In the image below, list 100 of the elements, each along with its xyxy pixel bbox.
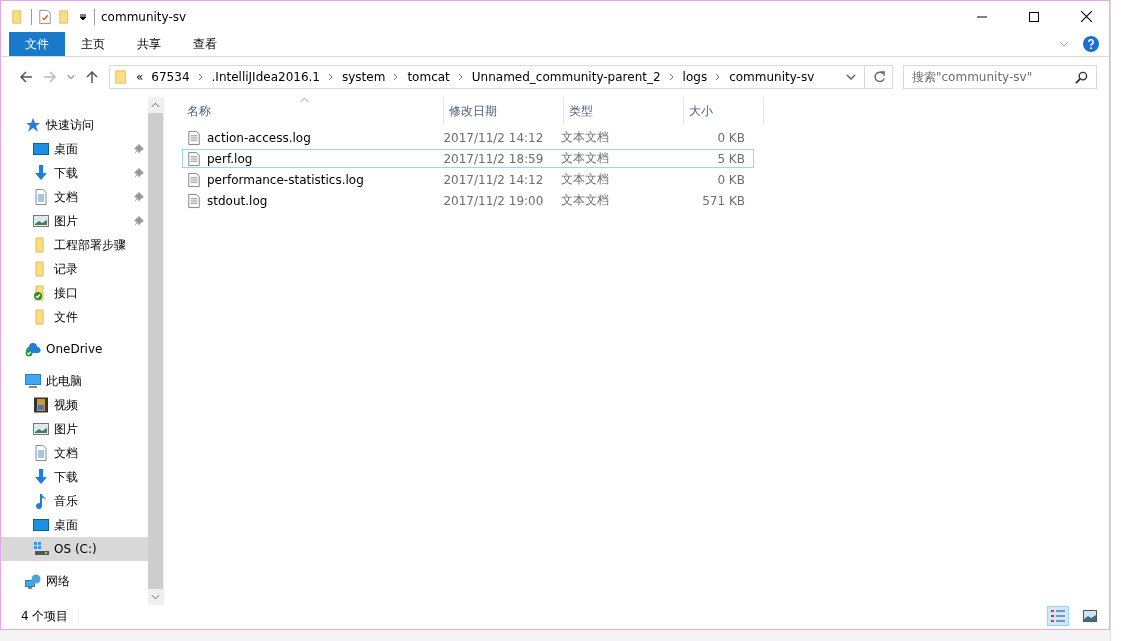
chevron-icon[interactable] — [668, 73, 675, 81]
document-icon — [33, 445, 49, 461]
sidebar-item[interactable]: OS (C:) — [1, 537, 148, 561]
sidebar-item[interactable]: 图片 — [1, 417, 148, 441]
modified-date: 2017/11/2 19:00 — [443, 193, 544, 208]
sidebar-item[interactable]: 记录 — [1, 257, 148, 281]
expand-ribbon-icon[interactable] — [1059, 39, 1069, 49]
monitor-icon — [25, 373, 41, 389]
sidebar-item[interactable]: 网络 — [1, 569, 148, 593]
breadcrumb[interactable]: system — [342, 70, 386, 84]
window-title: community-sv — [101, 9, 187, 24]
chevron-icon[interactable] — [393, 73, 400, 81]
star-icon — [25, 117, 41, 133]
down-arrow-icon — [33, 165, 49, 181]
address-bar[interactable]: « 67534 .IntelliJIdea2016.1 system tomcat Unnamed_community-parent_2 logs community-sv — [109, 65, 893, 89]
scroll-up-icon[interactable] — [151, 102, 160, 108]
details-view-button[interactable] — [1047, 606, 1069, 626]
dropdown-caret-icon[interactable] — [846, 72, 856, 82]
ribbon-tab[interactable]: 查看 — [177, 32, 233, 56]
column-header[interactable]: 类型 — [564, 97, 684, 125]
breadcrumb[interactable]: tomcat — [407, 70, 450, 84]
picture-icon — [33, 213, 49, 229]
up-arrow-icon[interactable] — [85, 70, 99, 84]
music-note-icon — [33, 493, 49, 509]
sidebar-item[interactable]: 桌面 — [1, 137, 148, 161]
file-row[interactable]: performance-statistics.log 2017/11/2 14:12 文本文档 0 KB — [182, 170, 754, 189]
text-file-icon — [187, 192, 201, 209]
sidebar-item[interactable]: OneDrive — [1, 337, 148, 361]
file-type: 文本文档 — [560, 171, 609, 188]
chevron-icon[interactable] — [197, 73, 204, 81]
file-type: 文本文档 — [560, 192, 609, 209]
dropdown-icon[interactable] — [78, 11, 88, 22]
sidebar-item[interactable]: 视频 — [1, 393, 148, 417]
ribbon-tab[interactable]: 文件 — [9, 32, 65, 56]
sidebar-item[interactable]: 文档 — [1, 441, 148, 465]
text-file-icon — [187, 129, 201, 146]
breadcrumb[interactable]: Unnamed_community-parent_2 — [471, 70, 661, 84]
film-icon — [33, 397, 49, 413]
chevron-icon[interactable] — [715, 73, 722, 81]
file-row[interactable]: stdout.log 2017/11/2 19:00 文本文档 571 KB — [182, 191, 754, 210]
pin-icon — [134, 168, 144, 178]
modified-date: 2017/11/2 18:59 — [443, 151, 544, 166]
file-size: 571 KB — [702, 193, 745, 208]
picture-icon — [33, 421, 49, 437]
sidebar-item[interactable]: 接口 — [1, 281, 148, 305]
file-size: 0 KB — [717, 130, 745, 145]
file-row[interactable]: perf.log 2017/11/2 18:59 文本文档 5 KB — [182, 149, 754, 168]
scrollbar[interactable] — [148, 97, 163, 605]
chevron-icon[interactable] — [457, 73, 464, 81]
search-field[interactable]: 搜索"community-sv" — [903, 65, 1097, 89]
sidebar-item[interactable]: 下载 — [1, 465, 148, 489]
down-arrow-icon — [33, 469, 49, 485]
sidebar-item[interactable]: 文件 — [1, 305, 148, 329]
sidebar-item[interactable]: 工程部署步骤 — [1, 233, 148, 257]
pin-icon — [134, 216, 144, 226]
column-header[interactable]: 大小 — [684, 97, 764, 125]
file-name: perf.log — [207, 151, 253, 166]
refresh-icon[interactable] — [873, 70, 886, 84]
sidebar-item[interactable]: 文档 — [1, 185, 148, 209]
network-icon — [25, 573, 41, 589]
sidebar-item[interactable]: 图片 — [1, 209, 148, 233]
file-size: 0 KB — [717, 172, 745, 187]
scroll-down-icon[interactable] — [151, 594, 160, 600]
sidebar-item[interactable]: 下载 — [1, 161, 148, 185]
folder-icon — [114, 69, 128, 85]
desktop-icon — [33, 141, 49, 157]
document-icon — [33, 189, 49, 205]
column-header[interactable]: 名称 — [182, 97, 444, 125]
sidebar-item[interactable]: 音乐 — [1, 489, 148, 513]
item-count: 4 个项目 — [21, 607, 69, 625]
search-icon — [1075, 70, 1088, 84]
cloud-icon — [25, 341, 41, 357]
modified-date: 2017/11/2 14:12 — [443, 130, 544, 145]
recent-caret-icon[interactable] — [67, 73, 75, 81]
maximize-icon — [1029, 11, 1039, 22]
breadcrumb[interactable]: community-sv — [729, 70, 815, 84]
file-type: 文本文档 — [560, 150, 609, 167]
back-arrow-icon[interactable] — [19, 70, 33, 84]
file-row[interactable]: action-access.log 2017/11/2 14:12 文本文档 0 KB — [182, 128, 754, 147]
pin-icon — [134, 144, 144, 154]
properties-icon[interactable] — [38, 8, 52, 25]
overflow-chevron[interactable]: « — [136, 70, 144, 84]
ribbon-tab[interactable]: 共享 — [121, 32, 177, 56]
column-header[interactable]: 修改日期 — [444, 97, 564, 125]
modified-date: 2017/11/2 14:12 — [443, 172, 544, 187]
sidebar-item[interactable]: 此电脑 — [1, 369, 148, 393]
sidebar-item[interactable]: 桌面 — [1, 513, 148, 537]
file-name: stdout.log — [207, 193, 268, 208]
sidebar-item[interactable]: 快速访问 — [1, 113, 148, 137]
file-name: action-access.log — [207, 130, 311, 145]
file-name: performance-statistics.log — [207, 172, 364, 187]
breadcrumb[interactable]: 67534 — [151, 70, 190, 84]
help-icon[interactable] — [1083, 36, 1099, 52]
ribbon-tab[interactable]: 主页 — [65, 32, 121, 56]
breadcrumb[interactable]: logs — [682, 70, 708, 84]
text-file-icon — [187, 171, 201, 188]
breadcrumb[interactable]: .IntelliJIdea2016.1 — [211, 70, 320, 84]
file-size: 5 KB — [717, 151, 745, 166]
close-icon — [1080, 11, 1092, 22]
chevron-icon[interactable] — [328, 73, 334, 81]
